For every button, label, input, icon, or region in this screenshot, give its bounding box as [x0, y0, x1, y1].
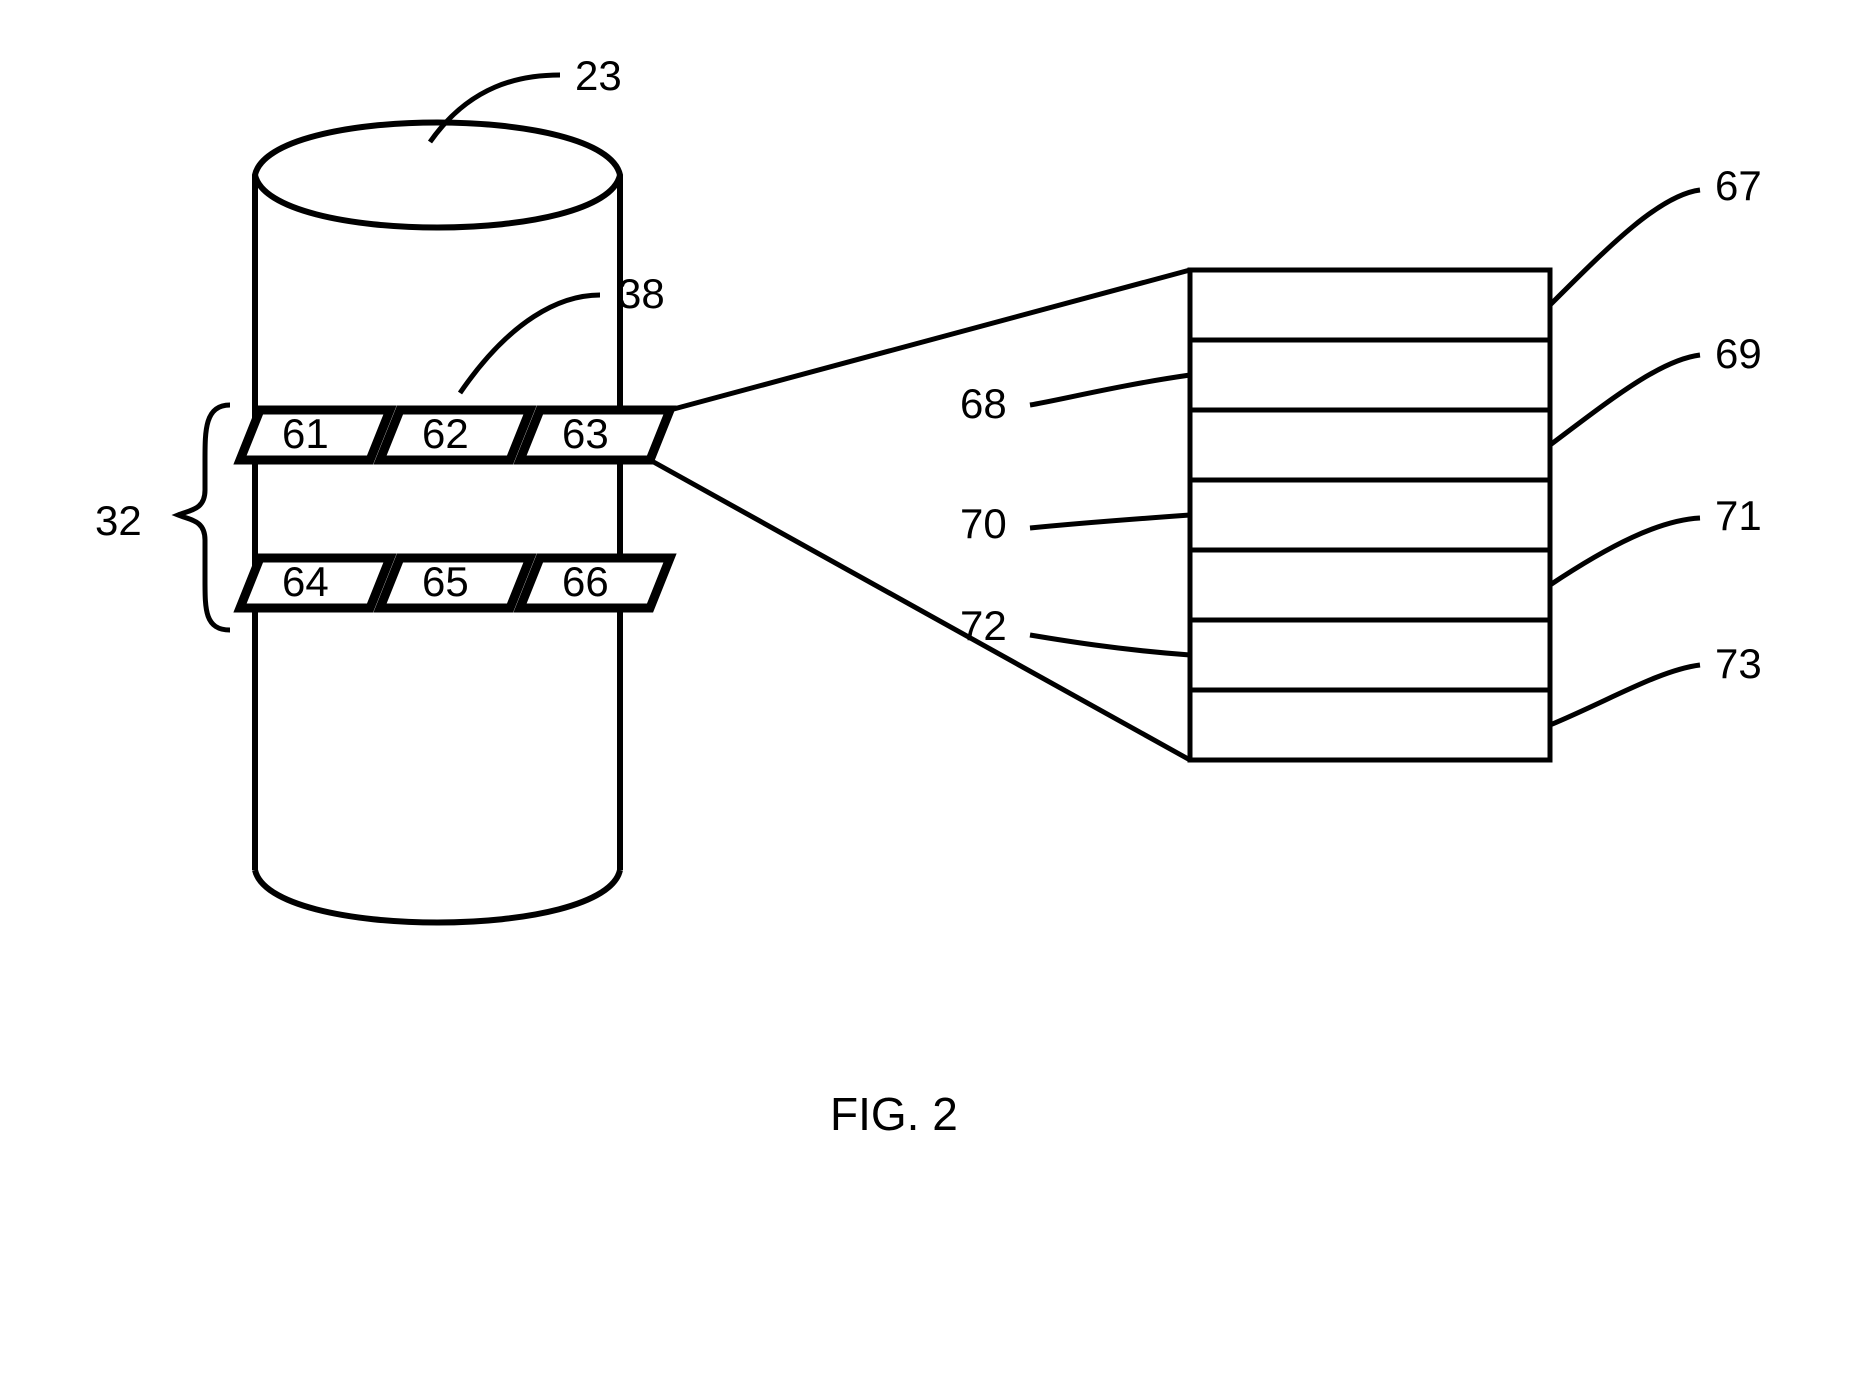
layer-stack — [1190, 270, 1550, 760]
label-69: 69 — [1715, 330, 1762, 377]
leader-71: 71 — [1550, 492, 1762, 585]
chip-66-label: 66 — [562, 558, 609, 605]
leader-70: 70 — [960, 500, 1190, 547]
figure-diagram: 23 38 32 61 62 63 64 65 66 — [0, 0, 1868, 1393]
cylinder-body — [255, 123, 620, 923]
leader-73: 73 — [1550, 640, 1762, 725]
brace-32: 32 — [95, 405, 230, 630]
chip-61-label: 61 — [282, 410, 329, 457]
chip-64-label: 64 — [282, 558, 329, 605]
label-23: 23 — [575, 52, 622, 99]
leader-67: 67 — [1550, 162, 1762, 305]
label-38: 38 — [618, 270, 665, 317]
figure-caption: FIG. 2 — [830, 1088, 958, 1140]
leader-69: 69 — [1550, 330, 1762, 445]
label-73: 73 — [1715, 640, 1762, 687]
leader-68: 68 — [960, 375, 1190, 427]
label-71: 71 — [1715, 492, 1762, 539]
expansion-lines — [650, 270, 1190, 760]
chip-62: 62 — [380, 410, 530, 460]
label-72: 72 — [960, 602, 1007, 649]
label-32: 32 — [95, 497, 142, 544]
label-67: 67 — [1715, 162, 1762, 209]
label-68: 68 — [960, 380, 1007, 427]
label-70: 70 — [960, 500, 1007, 547]
chip-63: 63 — [520, 410, 670, 460]
chip-65: 65 — [380, 558, 530, 608]
chip-62-label: 62 — [422, 410, 469, 457]
chip-66: 66 — [520, 558, 670, 608]
leader-38: 38 — [460, 270, 665, 393]
leader-72: 72 — [960, 602, 1190, 655]
chip-65-label: 65 — [422, 558, 469, 605]
chip-64: 64 — [240, 558, 390, 608]
chip-63-label: 63 — [562, 410, 609, 457]
chip-61: 61 — [240, 410, 390, 460]
